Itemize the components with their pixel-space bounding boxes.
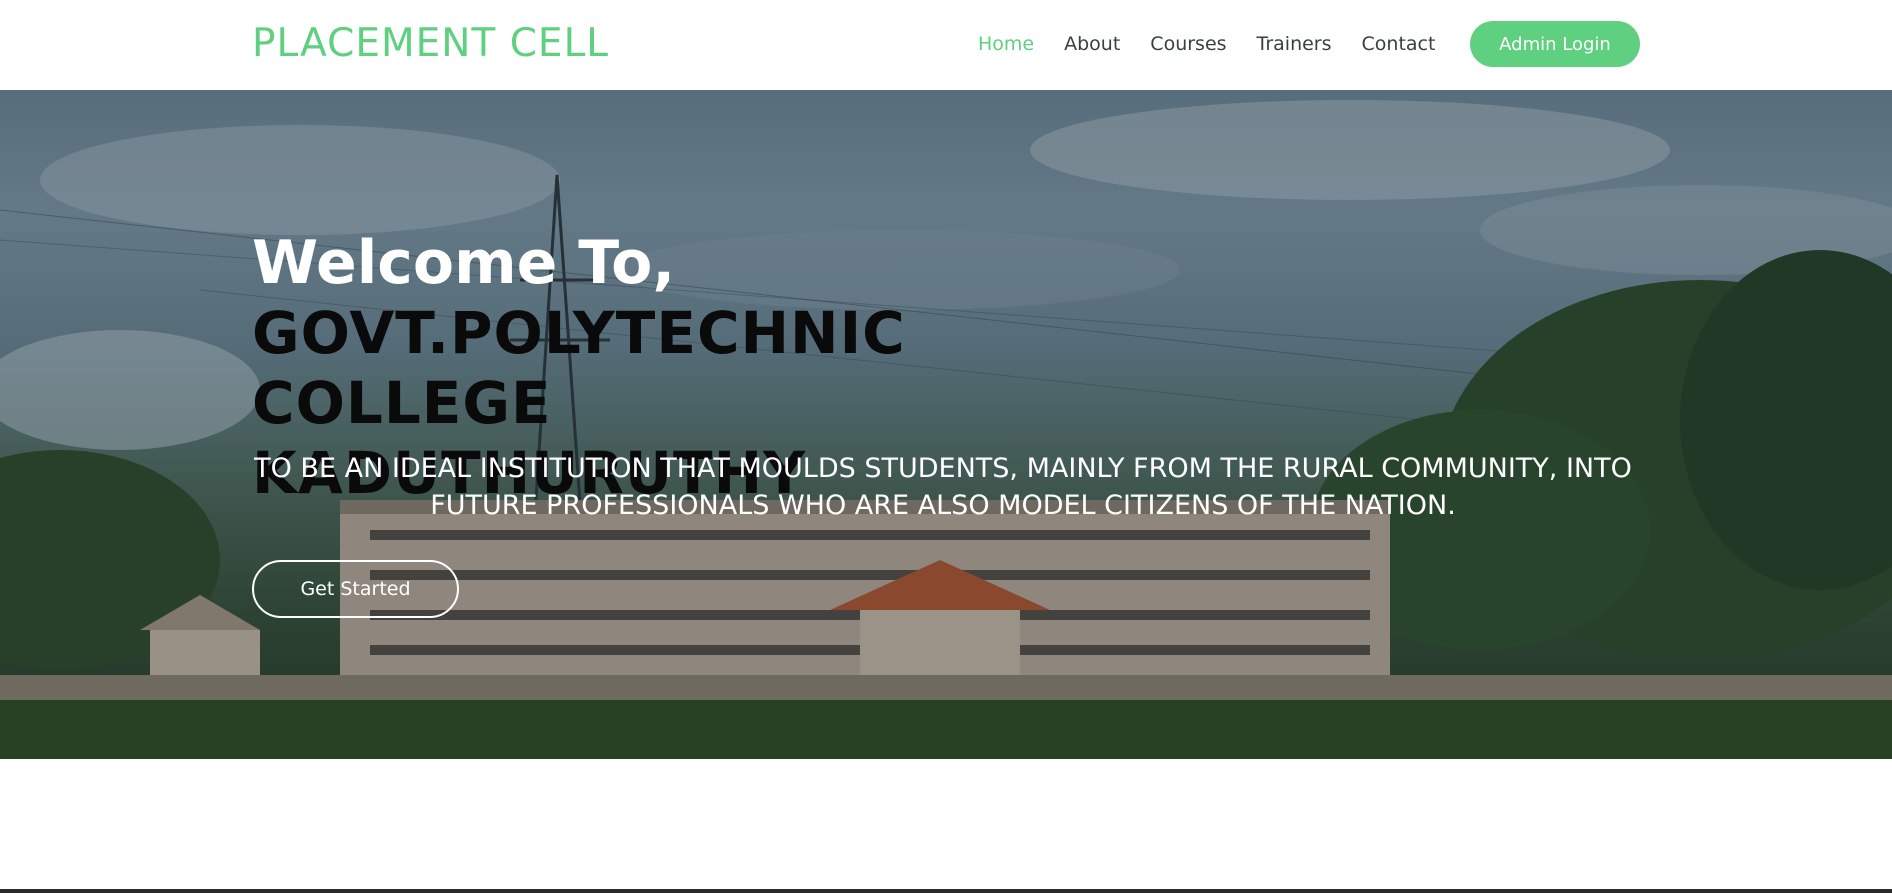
nav-trainers[interactable]: Trainers: [1257, 33, 1332, 55]
mission-statement: TO BE AN IDEAL INSTITUTION THAT MOULDS S…: [254, 453, 1632, 521]
nav-courses[interactable]: Courses: [1150, 33, 1226, 55]
site-header: PLACEMENT CELL Home About Courses Traine…: [0, 0, 1892, 90]
admin-login-button[interactable]: Admin Login: [1470, 21, 1640, 67]
site-logo[interactable]: PLACEMENT CELL: [252, 18, 609, 70]
get-started-button[interactable]: Get Started: [252, 560, 459, 618]
hero-section: Welcome To, GOVT.POLYTECHNIC COLLEGE KAD…: [0, 90, 1892, 759]
page-bottom-divider: [0, 889, 1892, 893]
nav-contact[interactable]: Contact: [1362, 33, 1436, 55]
main-nav: Home About Courses Trainers Contact: [978, 22, 1465, 66]
college-name-line-1: GOVT.POLYTECHNIC COLLEGE: [252, 299, 906, 437]
hero-welcome-heading: Welcome To,: [252, 228, 676, 298]
nav-home[interactable]: Home: [978, 33, 1034, 55]
nav-about[interactable]: About: [1064, 33, 1120, 55]
